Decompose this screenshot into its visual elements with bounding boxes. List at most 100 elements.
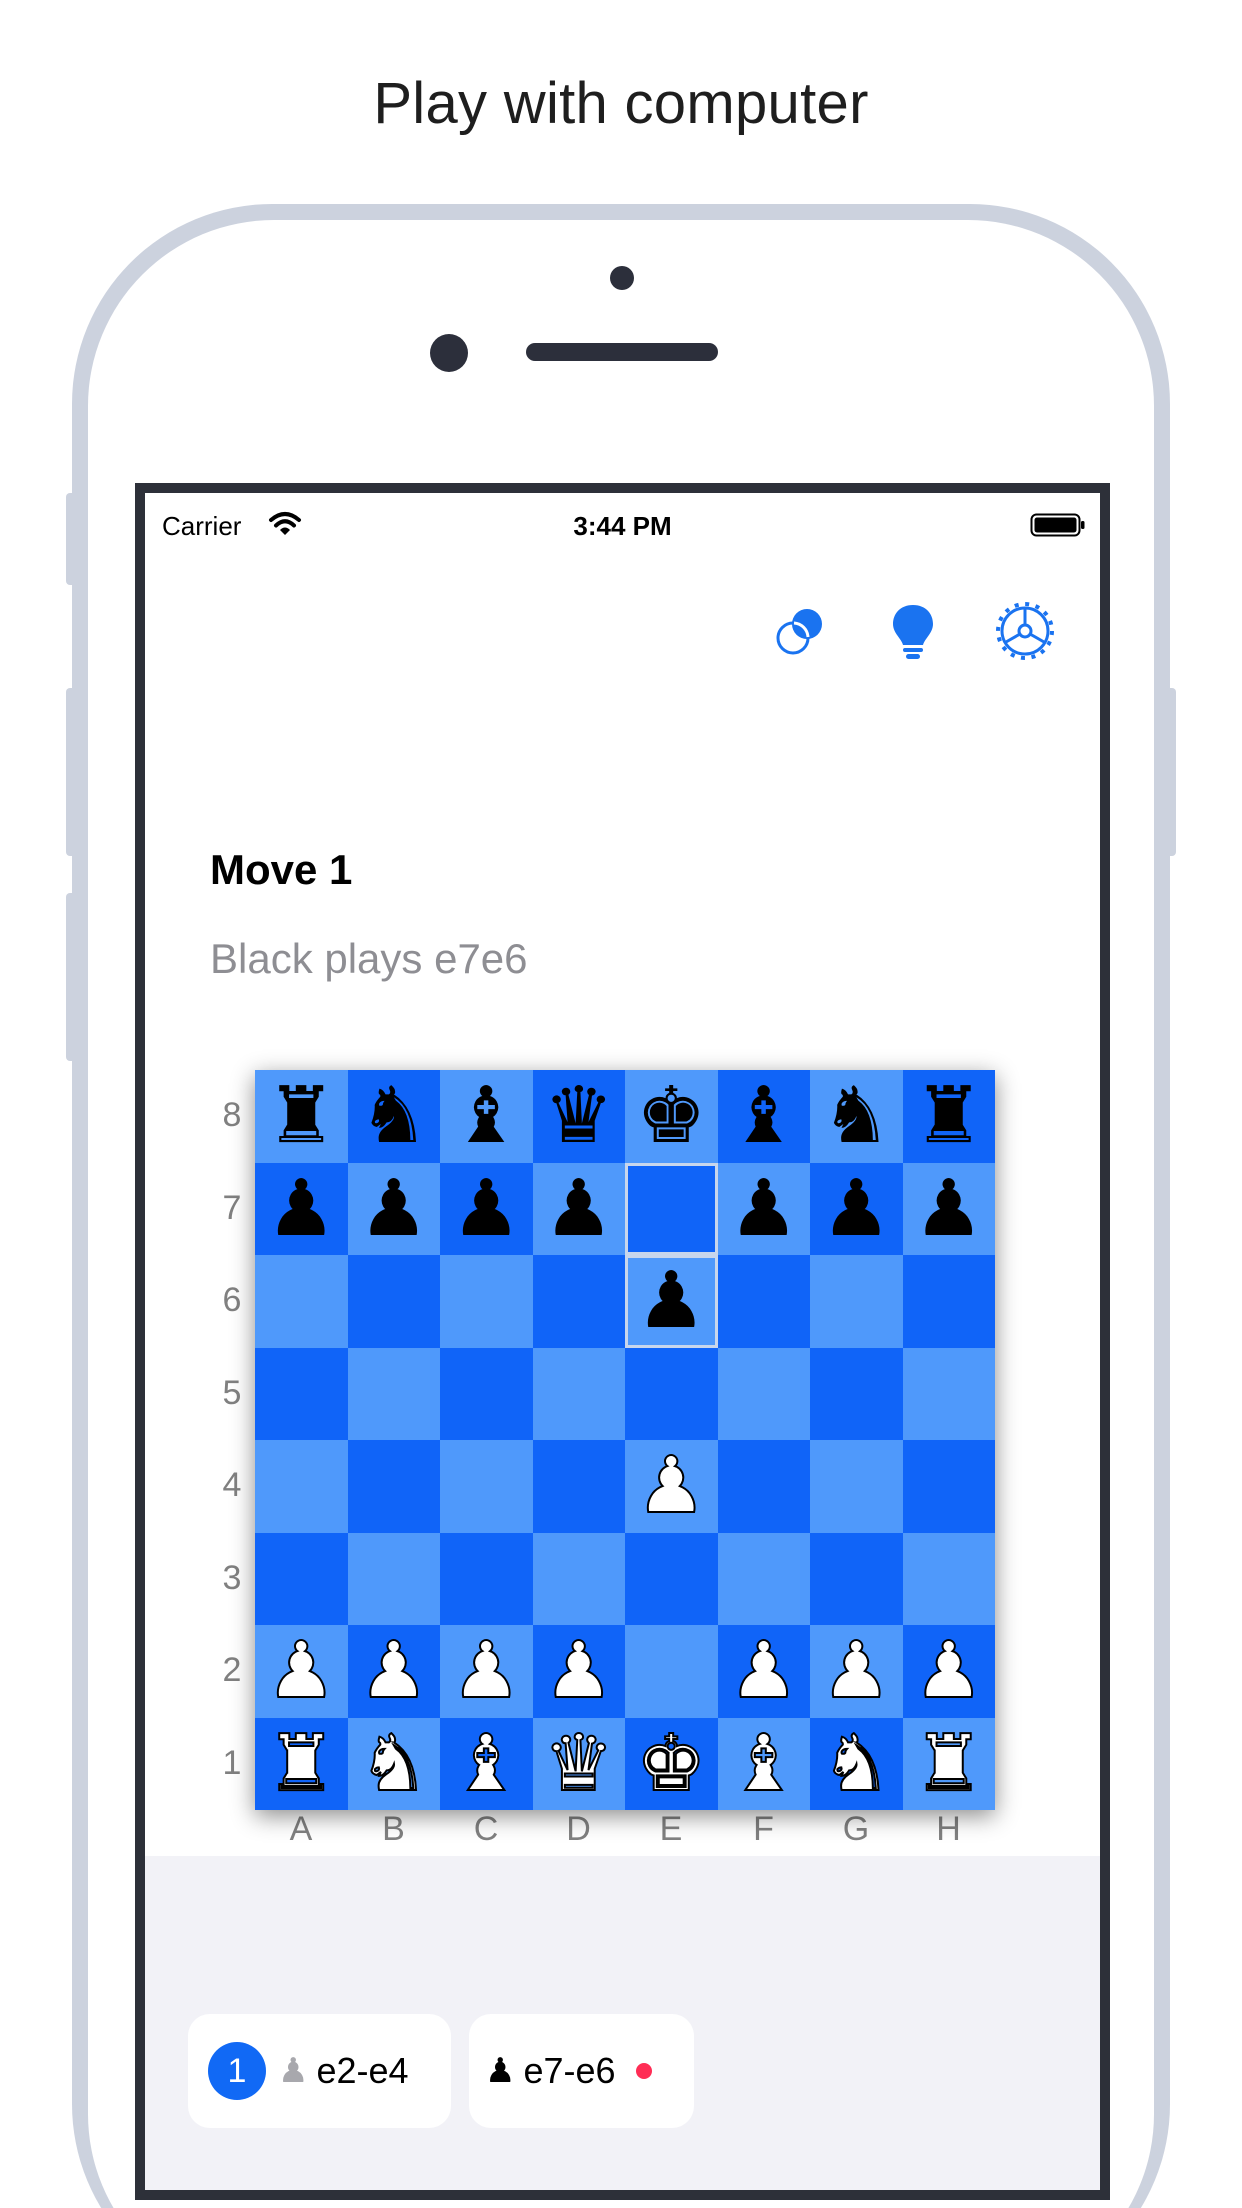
square-e1[interactable]: ♚	[625, 1717, 718, 1810]
square-e8[interactable]: ♚	[625, 1070, 718, 1163]
square-g6[interactable]	[810, 1255, 903, 1348]
square-h5[interactable]	[902, 1347, 995, 1440]
square-a5[interactable]	[255, 1347, 348, 1440]
square-e2[interactable]	[625, 1625, 718, 1718]
square-b1[interactable]: ♞	[347, 1717, 440, 1810]
move-chip-white[interactable]: 1 ♟ e2-e4	[188, 2014, 451, 2128]
white-knight-icon[interactable]: ♞	[820, 1724, 892, 1804]
square-e3[interactable]	[625, 1532, 718, 1625]
square-f2[interactable]: ♟	[717, 1625, 810, 1718]
square-c4[interactable]	[440, 1440, 533, 1533]
move-chip-black[interactable]: ♟ e7-e6	[469, 2014, 694, 2128]
black-rook-icon[interactable]: ♜	[266, 1077, 336, 1155]
square-d4[interactable]	[532, 1440, 625, 1533]
square-b5[interactable]	[347, 1347, 440, 1440]
square-d1[interactable]: ♛	[532, 1717, 625, 1810]
square-g3[interactable]	[810, 1532, 903, 1625]
square-d6[interactable]	[532, 1255, 625, 1348]
square-g5[interactable]	[810, 1347, 903, 1440]
black-pawn-icon[interactable]: ♟	[821, 1170, 891, 1248]
square-g2[interactable]: ♟	[810, 1625, 903, 1718]
square-a4[interactable]	[255, 1440, 348, 1533]
black-pawn-icon[interactable]: ♟	[636, 1262, 706, 1340]
square-g8[interactable]: ♞	[810, 1070, 903, 1163]
white-bishop-icon[interactable]: ♝	[450, 1724, 522, 1804]
square-a8[interactable]: ♜	[255, 1070, 348, 1163]
square-c6[interactable]	[440, 1255, 533, 1348]
black-pawn-icon[interactable]: ♟	[359, 1170, 429, 1248]
white-queen-icon[interactable]: ♛	[543, 1724, 615, 1804]
square-a2[interactable]: ♟	[255, 1625, 348, 1718]
square-d2[interactable]: ♟	[532, 1625, 625, 1718]
square-g7[interactable]: ♟	[810, 1162, 903, 1255]
square-b2[interactable]: ♟	[347, 1625, 440, 1718]
square-f4[interactable]	[717, 1440, 810, 1533]
square-c2[interactable]: ♟	[440, 1625, 533, 1718]
square-b3[interactable]	[347, 1532, 440, 1625]
square-h2[interactable]: ♟	[902, 1625, 995, 1718]
black-pawn-icon[interactable]: ♟	[544, 1170, 614, 1248]
black-bishop-icon[interactable]: ♝	[451, 1077, 521, 1155]
chess-board[interactable]: ♜ ♞ ♝ ♛ ♚ ♝ ♞ ♜ ♟ ♟ ♟ ♟ ♟ ♟ ♟ ♟ ♟ ♟ ♟ ♟ ♟ ♟ ♟ ♟ ♜ ♞ ♝ ♛ ♚ ♝ ♞ ♜	[255, 1070, 995, 1810]
white-bishop-icon[interactable]: ♝	[728, 1724, 800, 1804]
square-a1[interactable]: ♜	[255, 1717, 348, 1810]
white-pawn-icon[interactable]: ♟	[543, 1631, 615, 1711]
square-b6[interactable]	[347, 1255, 440, 1348]
black-bishop-icon[interactable]: ♝	[729, 1077, 799, 1155]
square-e6[interactable]: ♟	[625, 1255, 718, 1348]
square-a7[interactable]: ♟	[255, 1162, 348, 1255]
black-pawn-icon[interactable]: ♟	[729, 1170, 799, 1248]
square-h3[interactable]	[902, 1532, 995, 1625]
hint-button[interactable]	[883, 601, 943, 661]
square-b4[interactable]	[347, 1440, 440, 1533]
square-b7[interactable]: ♟	[347, 1162, 440, 1255]
white-pawn-icon[interactable]: ♟	[728, 1631, 800, 1711]
square-f5[interactable]	[717, 1347, 810, 1440]
black-pawn-icon[interactable]: ♟	[914, 1170, 984, 1248]
white-pawn-icon[interactable]: ♟	[450, 1631, 522, 1711]
black-knight-icon[interactable]: ♞	[359, 1077, 429, 1155]
square-d8[interactable]: ♛	[532, 1070, 625, 1163]
square-h6[interactable]	[902, 1255, 995, 1348]
square-c5[interactable]	[440, 1347, 533, 1440]
white-pawn-icon[interactable]: ♟	[913, 1631, 985, 1711]
white-knight-icon[interactable]: ♞	[358, 1724, 430, 1804]
white-rook-icon[interactable]: ♜	[265, 1724, 337, 1804]
square-h4[interactable]	[902, 1440, 995, 1533]
square-e4[interactable]: ♟	[625, 1440, 718, 1533]
square-f1[interactable]: ♝	[717, 1717, 810, 1810]
square-a6[interactable]	[255, 1255, 348, 1348]
square-h7[interactable]: ♟	[902, 1162, 995, 1255]
square-b8[interactable]: ♞	[347, 1070, 440, 1163]
black-pawn-icon[interactable]: ♟	[266, 1170, 336, 1248]
square-c8[interactable]: ♝	[440, 1070, 533, 1163]
square-e5[interactable]	[625, 1347, 718, 1440]
white-pawn-icon[interactable]: ♟	[358, 1631, 430, 1711]
white-rook-icon[interactable]: ♜	[913, 1724, 985, 1804]
square-f7[interactable]: ♟	[717, 1162, 810, 1255]
black-queen-icon[interactable]: ♛	[544, 1077, 614, 1155]
square-c1[interactable]: ♝	[440, 1717, 533, 1810]
black-knight-icon[interactable]: ♞	[821, 1077, 891, 1155]
square-g1[interactable]: ♞	[810, 1717, 903, 1810]
black-king-icon[interactable]: ♚	[636, 1077, 706, 1155]
square-e7[interactable]	[625, 1162, 718, 1255]
square-d7[interactable]: ♟	[532, 1162, 625, 1255]
white-pawn-icon[interactable]: ♟	[265, 1631, 337, 1711]
black-rook-icon[interactable]: ♜	[914, 1077, 984, 1155]
square-h8[interactable]: ♜	[902, 1070, 995, 1163]
square-g4[interactable]	[810, 1440, 903, 1533]
white-pawn-icon[interactable]: ♟	[635, 1446, 707, 1526]
square-c3[interactable]	[440, 1532, 533, 1625]
settings-button[interactable]	[995, 601, 1055, 661]
white-pawn-icon[interactable]: ♟	[820, 1631, 892, 1711]
square-a3[interactable]	[255, 1532, 348, 1625]
square-d5[interactable]	[532, 1347, 625, 1440]
square-f3[interactable]	[717, 1532, 810, 1625]
theme-toggle-button[interactable]	[770, 601, 830, 661]
square-f6[interactable]	[717, 1255, 810, 1348]
square-d3[interactable]	[532, 1532, 625, 1625]
black-pawn-icon[interactable]: ♟	[451, 1170, 521, 1248]
square-f8[interactable]: ♝	[717, 1070, 810, 1163]
white-king-icon[interactable]: ♚	[635, 1724, 707, 1804]
